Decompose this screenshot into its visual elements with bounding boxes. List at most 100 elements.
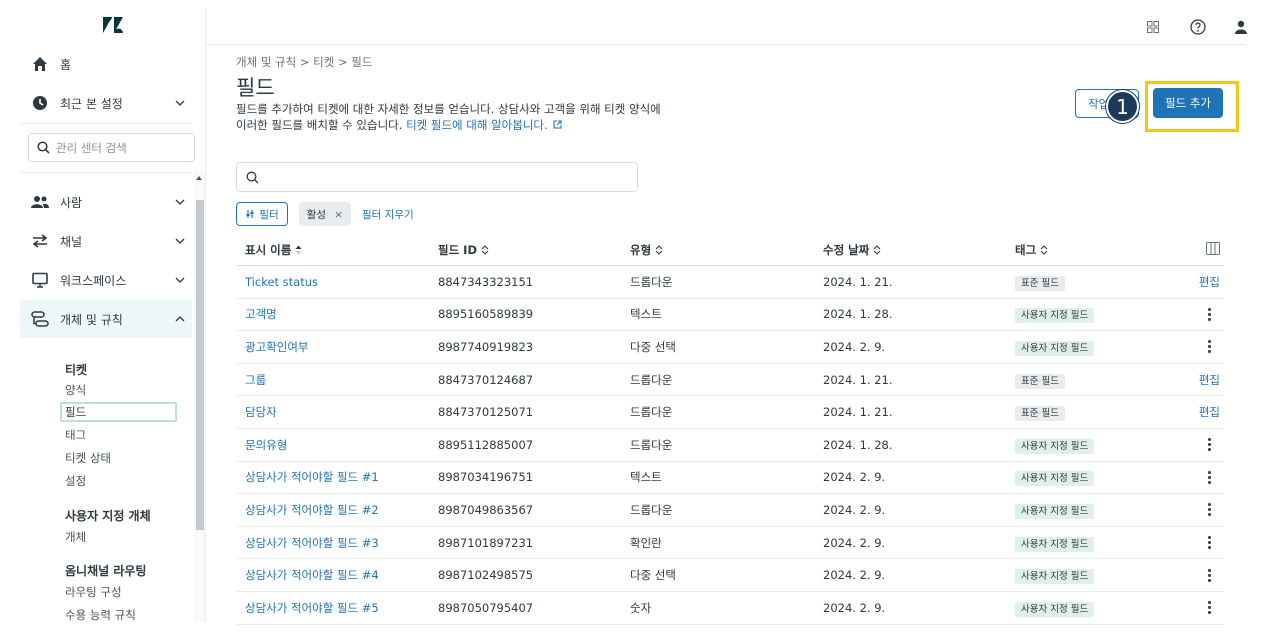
modified-date: 2024. 1. 28. — [823, 437, 893, 452]
more-options-icon[interactable] — [1202, 536, 1216, 550]
edit-link[interactable]: 편집 — [1199, 274, 1220, 290]
table-body: Ticket status 8847343323151 드롭다운 2024. 1. 2… — [236, 266, 1224, 625]
sort-icon — [1040, 245, 1048, 255]
sidebar-item-people[interactable]: 사람 — [20, 183, 192, 221]
sidebar-item-label: 최근 본 설정 — [60, 96, 123, 111]
breadcrumb[interactable]: 개체 및 규칙 > 티켓 > 필드 — [236, 54, 372, 70]
zendesk-logo-icon[interactable] — [102, 16, 124, 34]
sidebar-item-objects-rules[interactable]: 개체 및 규칙 — [20, 300, 192, 338]
field-tag-badge: 사용자 지정 필드 — [1015, 569, 1095, 585]
field-name-link[interactable]: 상담사가 적어야할 필드 #5 — [245, 600, 379, 616]
monitor-icon — [20, 272, 60, 288]
field-name-link[interactable]: 상담사가 적어야할 필드 #1 — [245, 469, 379, 485]
field-name-link[interactable]: Ticket status — [245, 275, 318, 289]
column-header-tag[interactable]: 태그 — [1015, 242, 1048, 258]
sidebar-item-home[interactable]: 홈 — [20, 45, 192, 83]
subnav-item-tags[interactable]: 태그 — [65, 427, 86, 443]
subnav-item-objects[interactable]: 개체 — [65, 529, 86, 545]
field-id: 8895160589839 — [438, 307, 534, 322]
chevron-down-icon — [168, 238, 192, 244]
field-name-link[interactable]: 상담사가 적어야할 필드 #3 — [245, 535, 379, 551]
chevron-down-icon — [168, 199, 192, 205]
table-row[interactable]: 그룹 8847370124687 드롭다운 2024. 1. 21. 표준 필드 편집 — [236, 364, 1224, 397]
more-options-icon[interactable] — [1202, 438, 1216, 452]
more-options-icon[interactable] — [1202, 503, 1216, 517]
edit-link[interactable]: 편집 — [1199, 372, 1220, 388]
modified-date: 2024. 1. 21. — [823, 372, 893, 387]
clear-filters-link[interactable]: 필터 지우기 — [362, 207, 414, 222]
sidebar-item-label: 사람 — [60, 195, 83, 210]
column-settings-icon[interactable] — [1206, 241, 1220, 258]
more-options-icon[interactable] — [1202, 470, 1216, 484]
more-options-icon[interactable] — [1202, 568, 1216, 582]
more-options-icon[interactable] — [1202, 601, 1216, 615]
field-type: 드롭다운 — [630, 437, 673, 452]
subnav-item-ticket-status[interactable]: 티켓 상태 — [65, 450, 111, 466]
filter-button-label: 필터 — [259, 208, 279, 221]
close-icon[interactable]: × — [334, 208, 343, 221]
column-header-name[interactable]: 표시 이름 — [245, 242, 302, 258]
subnav-item-fields[interactable]: 필드 — [60, 402, 177, 422]
field-name-link[interactable]: 고객명 — [245, 306, 277, 322]
field-id: 8987050795407 — [438, 600, 534, 615]
field-name-link[interactable]: 광고확인여부 — [245, 339, 308, 355]
subnav-item-routing-config[interactable]: 라우팅 구성 — [65, 584, 122, 600]
modified-date: 2024. 2. 9. — [823, 568, 886, 583]
sidebar-scrollbar[interactable] — [194, 170, 205, 622]
table-row[interactable]: 상담사가 적어야할 필드 #2 8987049863567 드롭다운 2024. 2.… — [236, 494, 1224, 527]
more-options-icon[interactable] — [1202, 307, 1216, 321]
column-header-type[interactable]: 유형 — [630, 242, 663, 258]
products-grid-icon[interactable] — [1143, 17, 1163, 37]
search-icon — [246, 171, 259, 183]
table-row[interactable]: 담당자 8847370125071 드롭다운 2024. 1. 21. 표준 필드 편집 — [236, 396, 1224, 429]
table-row[interactable]: 광고확인여부 8987740919823 다중 선택 2024. 2. 9. 사용자 지… — [236, 331, 1224, 364]
sidebar-item-recent[interactable]: 최근 본 설정 — [20, 84, 192, 122]
column-header-label: 태그 — [1015, 242, 1037, 257]
field-name-link[interactable]: 담당자 — [245, 404, 277, 420]
more-options-icon[interactable] — [1202, 340, 1216, 354]
edit-link[interactable]: 편집 — [1199, 404, 1220, 420]
help-icon[interactable] — [1188, 17, 1208, 37]
people-icon — [20, 195, 60, 209]
table-row[interactable]: 상담사가 적어야할 필드 #4 8987102498575 다중 선택 2024. 2… — [236, 559, 1224, 592]
field-id: 8987740919823 — [438, 339, 534, 354]
page-description: 필드를 추가하여 티켓에 대한 자세한 정보를 얻습니다. 상담사와 고객을 위… — [236, 101, 666, 133]
table-header-row: 표시 이름 필드 ID 유형 수정 날짜 태그 — [236, 234, 1224, 266]
column-header-field-id[interactable]: 필드 ID — [438, 242, 489, 258]
fields-search-input[interactable] — [236, 162, 638, 192]
active-filter-chip[interactable]: 활성 × — [299, 202, 351, 226]
subnav-item-forms[interactable]: 양식 — [65, 382, 86, 398]
subnav-item-settings[interactable]: 설정 — [65, 473, 86, 489]
table-row[interactable]: 상담사가 적어야할 필드 #3 8987101897231 확인란 2024. 2. … — [236, 527, 1224, 560]
scroll-up-arrow-icon[interactable] — [196, 176, 202, 180]
page-title: 필드 — [236, 76, 275, 100]
table-row[interactable]: 문의유형 8895112885007 드롭다운 2024. 1. 28. 사용자 지정 … — [236, 429, 1224, 462]
step-number-badge: 1 — [1106, 90, 1139, 123]
fields-table: 표시 이름 필드 ID 유형 수정 날짜 태그 Ticket status 884… — [236, 234, 1224, 625]
field-type: 다중 선택 — [630, 568, 676, 583]
modified-date: 2024. 2. 9. — [823, 600, 886, 615]
subnav-item-capacity-rules[interactable]: 수용 능력 규칙 — [65, 607, 136, 622]
sidebar-item-channels[interactable]: 채널 — [20, 222, 192, 260]
column-header-modified[interactable]: 수정 날짜 — [823, 242, 881, 258]
scrollbar-thumb[interactable] — [196, 200, 204, 530]
table-row[interactable]: 상담사가 적어야할 필드 #1 8987034196751 텍스트 2024. 2. … — [236, 462, 1224, 495]
learn-more-link[interactable]: 티켓 필드에 대해 알아봅니다. — [406, 118, 562, 132]
add-field-button[interactable]: 필드 추가 — [1153, 88, 1223, 118]
admin-search-input[interactable]: 관리 센터 검색 — [28, 133, 195, 162]
field-name-link[interactable]: 상담사가 적어야할 필드 #4 — [245, 567, 379, 583]
chevron-up-icon — [168, 316, 192, 322]
user-avatar-icon[interactable] — [1231, 17, 1251, 37]
divider — [20, 172, 192, 173]
field-tag-badge: 사용자 지정 필드 — [1015, 503, 1095, 519]
field-id: 8895112885007 — [438, 437, 534, 452]
filter-button[interactable]: 필터 — [236, 202, 288, 226]
table-row[interactable]: Ticket status 8847343323151 드롭다운 2024. 1. 2… — [236, 266, 1224, 299]
table-row[interactable]: 상담사가 적어야할 필드 #5 8987050795407 숫자 2024. 2. 9… — [236, 592, 1224, 625]
field-name-link[interactable]: 문의유형 — [245, 437, 287, 453]
sidebar-item-workspaces[interactable]: 워크스페이스 — [20, 261, 192, 299]
field-name-link[interactable]: 상담사가 적어야할 필드 #2 — [245, 502, 379, 518]
sort-icon — [481, 245, 489, 255]
field-name-link[interactable]: 그룹 — [245, 372, 266, 388]
table-row[interactable]: 고객명 8895160589839 텍스트 2024. 1. 28. 사용자 지정 필드 — [236, 299, 1224, 332]
